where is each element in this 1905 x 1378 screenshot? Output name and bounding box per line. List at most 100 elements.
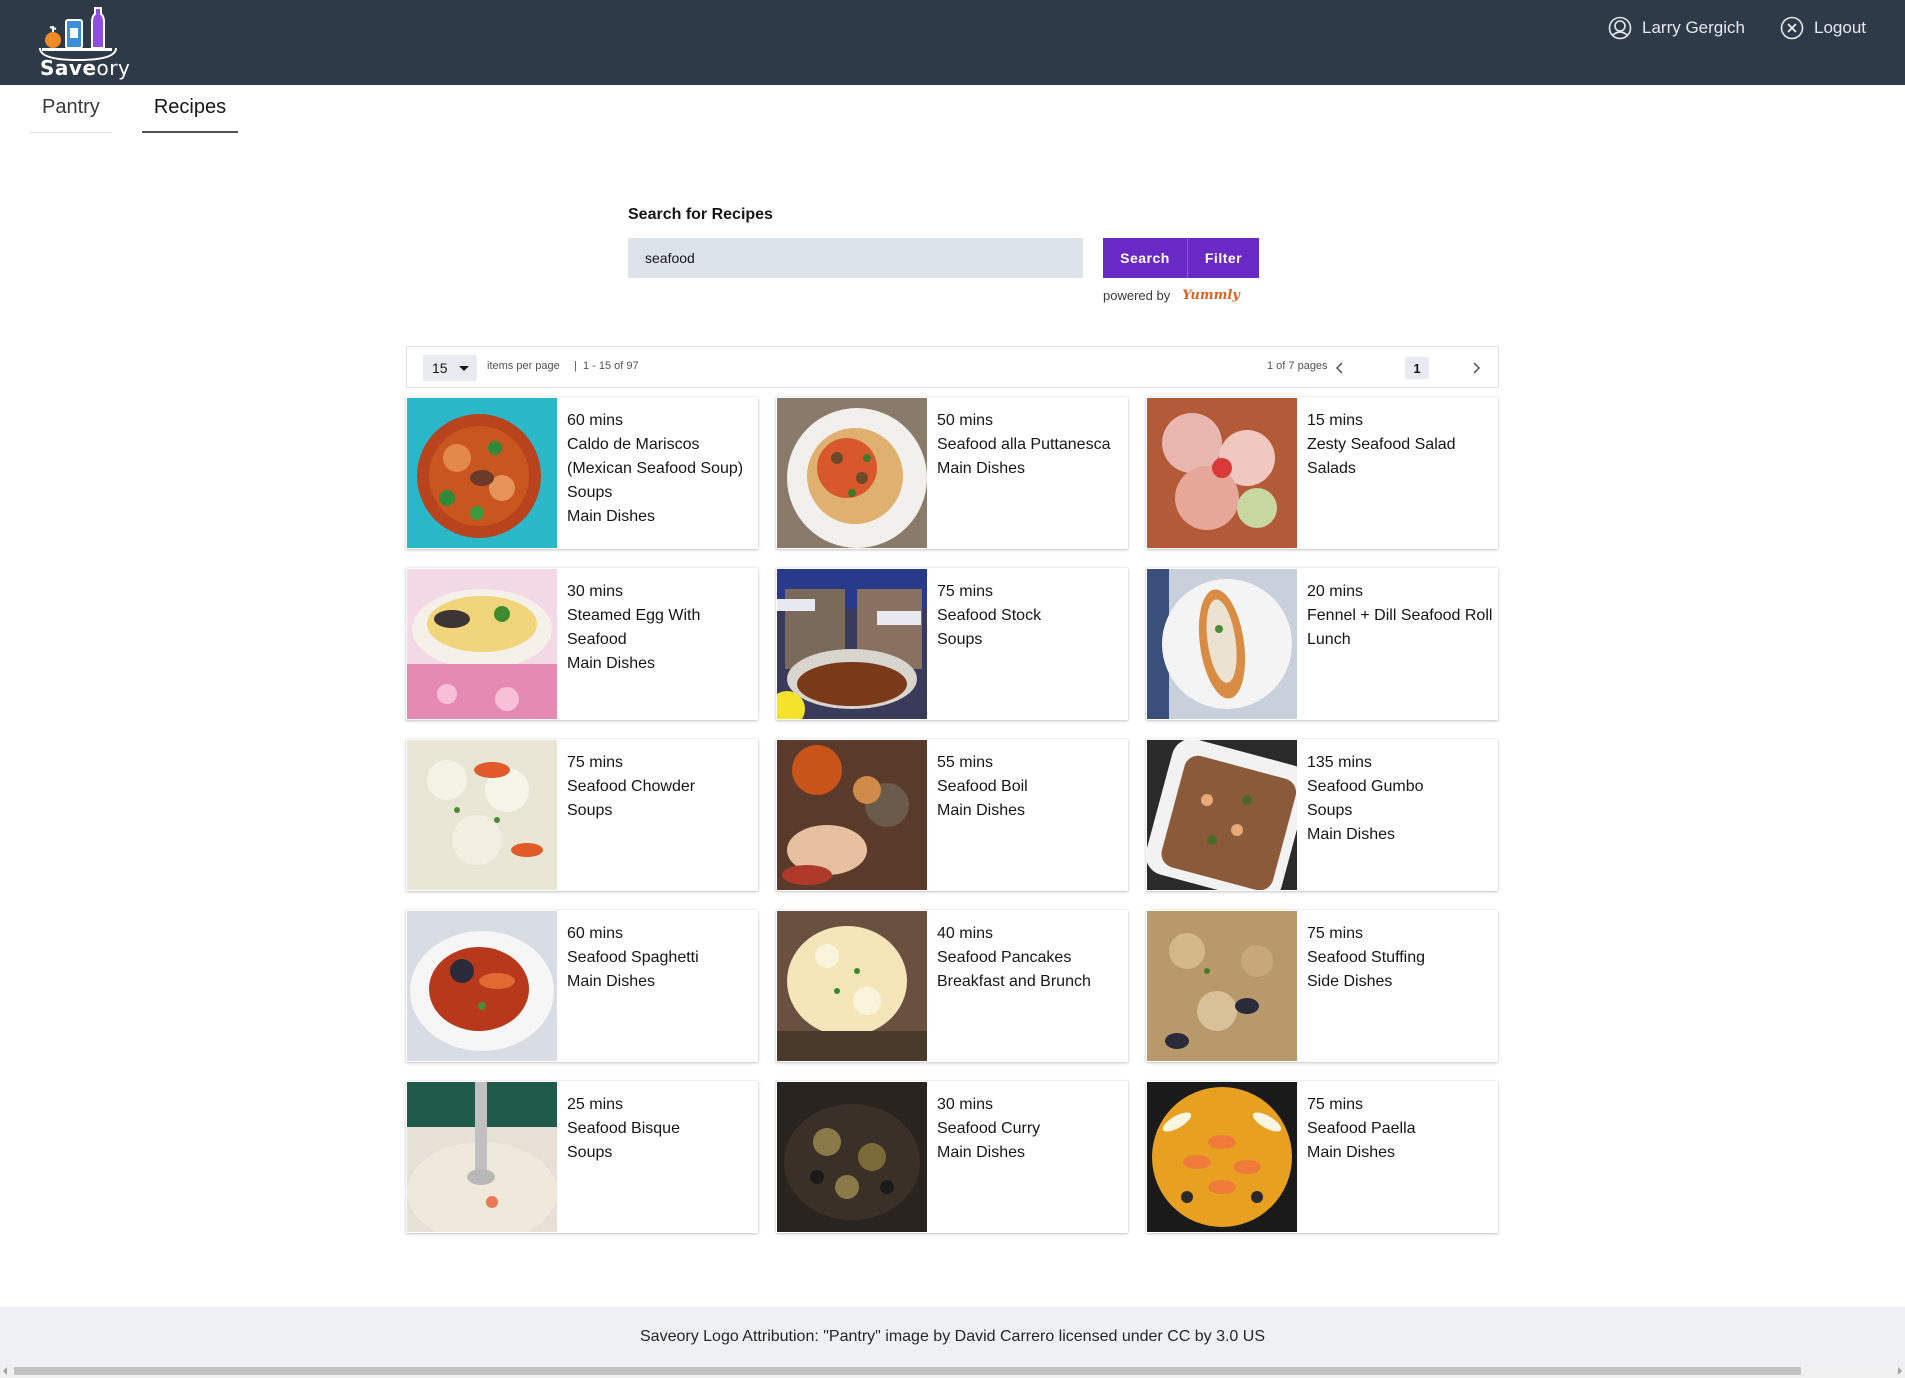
search-label: Search for Recipes: [628, 206, 773, 223]
recipe-course: Soups: [567, 484, 613, 501]
recipe-course: Main Dishes: [567, 655, 656, 672]
recipe-course: Soups: [567, 802, 613, 819]
recipe-image: [1147, 740, 1297, 890]
scroll-right-arrow-icon[interactable]: [1898, 1367, 1902, 1375]
page-count: 1 of 7 pages: [1267, 360, 1328, 372]
recipe-info: 40 mins Seafood Pancakes Breakfast and B…: [937, 922, 1123, 994]
recipe-info: 15 mins Zesty Seafood Salad Salads: [1307, 409, 1493, 481]
recipe-card[interactable]: 25 mins Seafood Bisque Soups: [406, 1081, 758, 1233]
recipe-card[interactable]: 15 mins Zesty Seafood Salad Salads: [1146, 397, 1498, 549]
recipe-course: Breakfast and Brunch: [937, 973, 1091, 990]
recipe-time: 75 mins: [1307, 1096, 1364, 1113]
recipe-time: 25 mins: [567, 1096, 624, 1113]
recipe-time: 60 mins: [567, 925, 624, 942]
current-page-select[interactable]: 1: [1405, 357, 1429, 379]
recipe-course: Main Dishes: [937, 460, 1026, 477]
recipe-info: 75 mins Seafood Stock Soups: [937, 580, 1123, 652]
recipe-time: 15 mins: [1307, 412, 1364, 429]
recipe-card[interactable]: 40 mins Seafood Pancakes Breakfast and B…: [776, 910, 1128, 1062]
footer-attribution: Saveory Logo Attribution: "Pantry" image…: [640, 1328, 1265, 1345]
recipe-info: 75 mins Seafood Stuffing Side Dishes: [1307, 922, 1493, 994]
scroll-left-arrow-icon[interactable]: [3, 1367, 7, 1375]
main-tabs: Pantry Recipes: [30, 85, 268, 133]
recipe-card[interactable]: 20 mins Fennel + Dill Seafood Roll Lunch: [1146, 568, 1498, 720]
items-per-page-select[interactable]: 15: [423, 355, 477, 381]
user-avatar-icon: [1608, 16, 1632, 40]
recipe-image: [407, 740, 557, 890]
chevron-right-icon: [1473, 362, 1481, 374]
recipe-time: 75 mins: [1307, 925, 1364, 942]
recipe-card[interactable]: 50 mins Seafood alla Puttanesca Main Dis…: [776, 397, 1128, 549]
recipe-info: 135 mins Seafood Gumbo Soups Main Dishes: [1307, 751, 1493, 847]
user-profile-link[interactable]: Larry Gergich: [1608, 14, 1745, 42]
user-name: Larry Gergich: [1642, 18, 1745, 37]
recipe-time: 75 mins: [937, 583, 994, 600]
recipe-image: [1147, 911, 1297, 1061]
horizontal-scrollbar[interactable]: [0, 1364, 1905, 1378]
recipe-course: Salads: [1307, 460, 1356, 477]
recipe-name: Seafood Stock: [937, 607, 1042, 624]
recipe-name: Seafood Chowder: [567, 778, 696, 795]
recipe-course: Main Dishes: [567, 973, 656, 990]
logout-button[interactable]: Logout: [1780, 14, 1866, 42]
recipe-card[interactable]: 55 mins Seafood Boil Main Dishes: [776, 739, 1128, 891]
recipe-course: Soups: [937, 631, 983, 648]
recipe-info: 55 mins Seafood Boil Main Dishes: [937, 751, 1123, 823]
recipe-card[interactable]: 60 mins Caldo de Mariscos (Mexican Seafo…: [406, 397, 758, 549]
recipe-image: [1147, 569, 1297, 719]
footer: Saveory Logo Attribution: "Pantry" image…: [0, 1307, 1905, 1367]
recipe-info: 50 mins Seafood alla Puttanesca Main Dis…: [937, 409, 1123, 481]
recipe-time: 55 mins: [937, 754, 994, 771]
recipe-image: [777, 1082, 927, 1232]
recipe-card[interactable]: 60 mins Seafood Spaghetti Main Dishes: [406, 910, 758, 1062]
recipe-name: Seafood Stuffing: [1307, 949, 1426, 966]
recipe-course: Main Dishes: [567, 508, 656, 525]
recipe-time: 60 mins: [567, 412, 624, 429]
recipe-name: Caldo de Mariscos (Mexican Seafood Soup): [567, 436, 744, 477]
recipe-course: Main Dishes: [937, 802, 1026, 819]
recipe-name: Seafood Boil: [937, 778, 1028, 795]
tab-recipes[interactable]: Recipes: [141, 85, 239, 133]
recipe-name: Seafood Paella: [1307, 1120, 1416, 1137]
logout-label: Logout: [1814, 18, 1866, 37]
recipe-card[interactable]: 75 mins Seafood Stock Soups: [776, 568, 1128, 720]
recipe-card[interactable]: 75 mins Seafood Chowder Soups: [406, 739, 758, 891]
recipe-time: 75 mins: [567, 754, 624, 771]
recipe-card[interactable]: 30 mins Steamed Egg With Seafood Main Di…: [406, 568, 758, 720]
recipe-course: Side Dishes: [1307, 973, 1393, 990]
recipe-time: 50 mins: [937, 412, 994, 429]
recipe-card[interactable]: 75 mins Seafood Paella Main Dishes: [1146, 1081, 1498, 1233]
powered-by: powered by Yummly: [1103, 288, 1240, 303]
recipe-info: 25 mins Seafood Bisque Soups: [567, 1093, 753, 1165]
recipe-card[interactable]: 30 mins Seafood Curry Main Dishes: [776, 1081, 1128, 1233]
recipe-time: 30 mins: [937, 1096, 994, 1113]
pagination-bar: 15 items per page | 1 - 15 of 97 1 of 7 …: [406, 346, 1499, 388]
next-page-button[interactable]: [1463, 355, 1489, 381]
recipe-image: [407, 1082, 557, 1232]
yummly-logo: Yummly: [1182, 288, 1240, 303]
recipe-name: Seafood alla Puttanesca: [937, 436, 1111, 453]
item-range: 1 - 15 of 97: [583, 360, 639, 372]
previous-page-button[interactable]: [1327, 355, 1353, 381]
recipe-image: [777, 740, 927, 890]
recipe-name: Fennel + Dill Seafood Roll: [1307, 607, 1493, 624]
recipe-info: 75 mins Seafood Chowder Soups: [567, 751, 753, 823]
powered-by-label: powered by: [1103, 288, 1171, 303]
recipe-course: Main Dishes: [1307, 1144, 1396, 1161]
scrollbar-thumb[interactable]: [14, 1367, 1801, 1375]
pagination-separator: |: [574, 360, 577, 372]
recipe-card[interactable]: 75 mins Seafood Stuffing Side Dishes: [1146, 910, 1498, 1062]
recipe-name: Seafood Curry: [937, 1120, 1041, 1137]
recipe-name: Zesty Seafood Salad: [1307, 436, 1456, 453]
filter-button[interactable]: Filter: [1187, 238, 1259, 278]
items-per-page-label: items per page: [487, 360, 560, 372]
recipe-card[interactable]: 135 mins Seafood Gumbo Soups Main Dishes: [1146, 739, 1498, 891]
search-input[interactable]: [628, 238, 1083, 278]
recipe-course: Soups: [567, 1144, 613, 1161]
recipe-time: 20 mins: [1307, 583, 1364, 600]
tab-pantry[interactable]: Pantry: [30, 85, 112, 133]
search-button[interactable]: Search: [1103, 238, 1187, 278]
recipe-image: [407, 911, 557, 1061]
recipe-info: 30 mins Steamed Egg With Seafood Main Di…: [567, 580, 753, 676]
recipe-course: Main Dishes: [937, 1144, 1026, 1161]
